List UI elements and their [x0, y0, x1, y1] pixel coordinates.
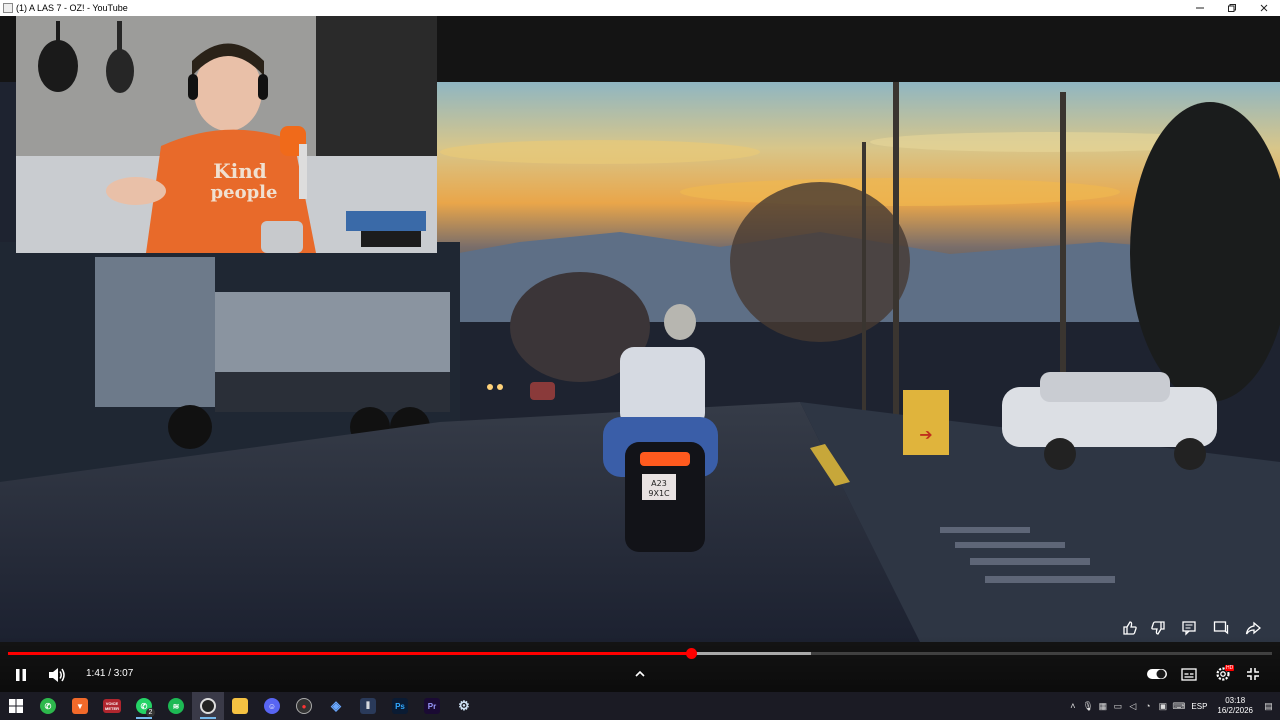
- chat-icon: [1213, 621, 1229, 635]
- file-explorer-icon: [232, 698, 248, 714]
- microphone-icon[interactable]: 🎙: [1082, 701, 1093, 712]
- license-plate-line1: A23: [651, 479, 667, 488]
- exit-fullscreen-icon: [1247, 668, 1259, 680]
- start-icon: [9, 699, 23, 713]
- taskbar-steam[interactable]: ⚙: [448, 692, 480, 720]
- window-title: (1) A LAS 7 - OZ! - YouTube: [16, 3, 128, 13]
- taskbar-obs[interactable]: [192, 692, 224, 720]
- taskbar-discord[interactable]: ☺: [256, 692, 288, 720]
- chat-button[interactable]: [1211, 618, 1231, 638]
- chevron-up-icon: [635, 670, 645, 677]
- dislike-button[interactable]: [1148, 618, 1168, 638]
- premiere-icon: Pr: [424, 698, 440, 714]
- obs-icon: [200, 698, 216, 714]
- taskbar-obs-recording[interactable]: ●: [288, 692, 320, 720]
- shirt-text-line2: people: [211, 182, 278, 203]
- start-button[interactable]: [0, 692, 32, 720]
- player-controls-background: [0, 636, 1280, 692]
- taskbar-whatsapp-web[interactable]: ✆: [32, 692, 64, 720]
- speaker-icon[interactable]: ◁: [1127, 701, 1138, 712]
- discord-icon: ☺: [264, 698, 280, 714]
- whatsapp-web-icon: ✆: [40, 698, 56, 714]
- shirt-text-line1: Kind: [213, 159, 267, 183]
- webcam-overlay: Kind people: [16, 16, 437, 253]
- clock-time: 03:18: [1225, 696, 1246, 705]
- settings-button[interactable]: HD: [1212, 665, 1235, 683]
- taskbar-file-explorer[interactable]: [224, 692, 256, 720]
- windows-taskbar: ✆ ▼ VOICE METER ✆ 2 ≋ ☺ ● ◈ ⫼ Ps Pr ⚙ ˄ …: [0, 692, 1280, 720]
- more-videos-button[interactable]: [632, 666, 648, 682]
- pause-icon: [16, 669, 26, 681]
- share-icon: [1245, 621, 1261, 635]
- audio-editor-icon: ⫼: [360, 698, 376, 714]
- taskbar-voicemeeter[interactable]: VOICE METER: [96, 692, 128, 720]
- like-icon: [1123, 621, 1137, 635]
- photoshop-icon: Ps: [392, 698, 408, 714]
- volume-button[interactable]: [46, 665, 68, 685]
- streamer-icon: ◈: [331, 698, 341, 713]
- hd-badge: HD: [1225, 665, 1235, 671]
- progress-bar[interactable]: [8, 648, 1272, 659]
- time-display: 1:41 / 3:07: [86, 668, 134, 679]
- share-button[interactable]: [1243, 618, 1263, 638]
- system-tray: ˄ 🎙 ▦ ▭ ◁ ◔ ▣ ⌨ ESP 03:18 16/2/2026 ▤: [1067, 692, 1280, 720]
- pause-button[interactable]: [12, 666, 30, 684]
- notifications-icon[interactable]: ▤: [1263, 701, 1274, 712]
- steam-icon: ⚙: [458, 698, 470, 713]
- window-title-bar: (1) A LAS 7 - OZ! - YouTube: [0, 0, 1280, 16]
- svg-text:➔: ➔: [919, 425, 932, 444]
- autoplay-toggle-icon: [1147, 669, 1167, 679]
- restore-icon: [1228, 4, 1236, 12]
- autoplay-toggle[interactable]: [1145, 666, 1169, 682]
- keyboard-icon[interactable]: ⌨: [1172, 701, 1185, 712]
- minimize-icon: [1196, 7, 1204, 9]
- comments-button[interactable]: [1179, 618, 1199, 638]
- display-icon[interactable]: ▭: [1112, 701, 1123, 712]
- whatsapp-badge: 2: [146, 708, 155, 717]
- spotify-icon: ≋: [168, 698, 184, 714]
- minimize-button[interactable]: [1184, 0, 1216, 16]
- taskbar-photoshop[interactable]: Ps: [384, 692, 416, 720]
- clock-date: 16/2/2026: [1217, 706, 1253, 715]
- taskbar-spotify[interactable]: ≋: [160, 692, 192, 720]
- wifi-icon[interactable]: ◔: [1142, 701, 1153, 711]
- app-icon: [3, 3, 13, 13]
- video-player[interactable]: ➔ A23 9X1C Kind people: [0, 16, 1280, 692]
- taskbar-audio-editor[interactable]: ⫼: [352, 692, 384, 720]
- tray-overflow-icon[interactable]: ˄: [1067, 701, 1078, 711]
- subtitles-icon: [1181, 667, 1197, 681]
- language-indicator[interactable]: ESP: [1191, 702, 1207, 711]
- webcam-scene: Kind people: [16, 16, 437, 253]
- subtitles-button[interactable]: [1180, 666, 1198, 682]
- taskbar-premiere[interactable]: Pr: [416, 692, 448, 720]
- taskbar-streamer[interactable]: ◈: [320, 692, 352, 720]
- played-bar: [8, 652, 691, 655]
- taskbar-brave[interactable]: ▼: [64, 692, 96, 720]
- ethernet-icon[interactable]: ▣: [1157, 701, 1168, 712]
- comments-icon: [1182, 621, 1196, 636]
- restore-button[interactable]: [1216, 0, 1248, 16]
- obs-recording-icon: ●: [296, 698, 312, 714]
- brave-icon: ▼: [72, 698, 88, 714]
- voicemeeter-icon: VOICE METER: [103, 699, 121, 713]
- exit-fullscreen-button[interactable]: [1245, 666, 1261, 682]
- like-button[interactable]: [1120, 618, 1140, 638]
- network-icon[interactable]: ▦: [1097, 701, 1108, 712]
- close-icon: [1260, 4, 1268, 12]
- license-plate-line2: 9X1C: [648, 489, 670, 498]
- taskbar-whatsapp[interactable]: ✆ 2: [128, 692, 160, 720]
- close-button[interactable]: [1248, 0, 1280, 16]
- system-clock[interactable]: 03:18 16/2/2026: [1217, 696, 1253, 716]
- volume-icon: [49, 668, 65, 682]
- scrubber-handle[interactable]: [685, 648, 697, 659]
- dislike-icon: [1151, 621, 1165, 635]
